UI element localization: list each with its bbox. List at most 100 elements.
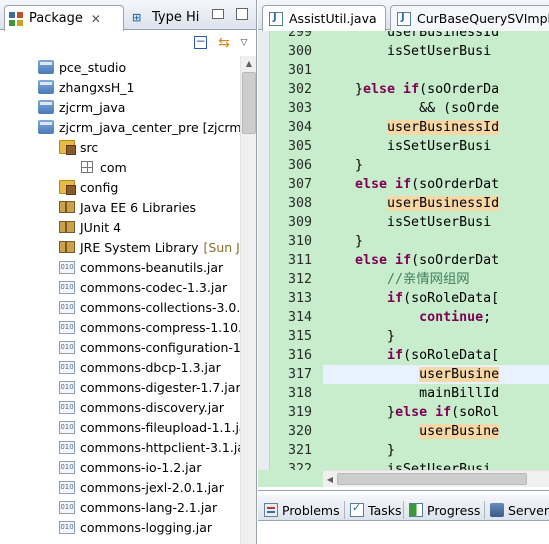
code-line[interactable]: && (soOrde <box>323 99 499 118</box>
tree-item[interactable]: commons-codec-1.3.jar <box>59 277 227 297</box>
code-line[interactable]: userBusinessId <box>323 118 500 137</box>
code-line[interactable]: userBusinessId <box>323 31 499 42</box>
package-folder-icon <box>59 140 76 155</box>
tab-tasks[interactable]: Tasks <box>346 498 402 522</box>
code-line[interactable]: isSetUserBusi <box>323 42 491 61</box>
tree-item[interactable]: zhangxsH_1 <box>38 77 135 97</box>
tab-assistutil-java[interactable]: AssistUtil.java <box>262 5 386 31</box>
tree-item[interactable]: zjcrm_java <box>38 97 125 117</box>
line-number: 316 <box>287 348 312 363</box>
tree-item-label: JRE System Library <box>80 239 199 255</box>
tree-item-label: commons-io-1.2.jar <box>80 459 202 475</box>
horizontal-scrollbar[interactable]: ◀ <box>323 470 549 487</box>
tree-item[interactable]: commons-discovery.jar <box>59 397 224 417</box>
tree-item[interactable]: commons-collections-3.0.ja <box>59 297 251 317</box>
tab-progress[interactable]: Progress <box>405 498 480 522</box>
tab-type-hierarchy[interactable]: ⊞ Type Hi <box>128 4 200 31</box>
scrollbar-thumb[interactable] <box>337 473 527 485</box>
scrollbar-thumb[interactable] <box>242 72 256 134</box>
code-token: } <box>323 158 364 173</box>
tree-item[interactable]: commons-fileupload-1.1.jar <box>59 417 252 437</box>
package-explorer-view: Package ✕ ⊞ Type Hi − ⇆ ▽ pce_studio zhan… <box>0 0 257 544</box>
tree-item[interactable]: commons-compress-1.10.ja <box>59 317 253 337</box>
tab-label: Tasks <box>368 502 402 518</box>
code-line[interactable]: userBusinessId <box>323 194 500 213</box>
code-token: (soOrderDat <box>411 253 500 268</box>
minimize-button[interactable] <box>212 9 224 19</box>
tree-item[interactable]: commons-digester-1.7.jar <box>59 377 241 397</box>
code-line[interactable]: } <box>323 441 395 460</box>
code-editor[interactable]: userBusinessId isSetUserBusi }else if(so… <box>258 31 549 470</box>
code-line[interactable]: else if(soOrderDat <box>323 251 499 270</box>
code-line[interactable]: userBusine <box>323 422 500 441</box>
maximize-button[interactable] <box>236 8 248 20</box>
code-line[interactable]: isSetUserBusi <box>323 460 491 470</box>
code-line[interactable]: } <box>323 156 363 175</box>
tree-item[interactable]: commons-lang-2.1.jar <box>59 497 217 517</box>
code-line[interactable]: } <box>323 232 363 251</box>
code-line[interactable]: }else if(soOrderDa <box>323 80 499 99</box>
tree-item[interactable]: com <box>79 157 127 177</box>
tab-label: CurBaseQuerySVImpl.j <box>417 11 549 26</box>
code-line[interactable]: else if(soOrderDat <box>323 175 499 194</box>
code-token: } <box>323 443 396 458</box>
code-line[interactable]: continue; <box>323 308 491 327</box>
jar-icon <box>59 280 75 294</box>
code-line[interactable]: isSetUserBusi <box>323 213 491 232</box>
tree-item[interactable]: JUnit 4 <box>59 217 121 237</box>
line-number: 301 <box>287 63 312 78</box>
tree-item[interactable]: Java EE 6 Libraries <box>59 197 196 217</box>
code-token: else if <box>355 177 412 192</box>
tree-item[interactable]: src <box>59 137 98 157</box>
code-line[interactable]: } <box>323 327 395 346</box>
link-with-editor-icon[interactable]: ⇆ <box>216 36 232 50</box>
code-line[interactable]: userBusine <box>323 365 500 384</box>
type-hierarchy-icon: ⊞ <box>132 10 142 24</box>
line-number: 305 <box>287 139 312 154</box>
code-line[interactable]: isSetUserBusi <box>323 137 491 156</box>
tree-item[interactable]: commons-io-1.2.jar <box>59 457 201 477</box>
tree-item[interactable]: commons-logging.jar <box>59 517 212 537</box>
code-token: isSetUserBusi <box>323 462 492 470</box>
code-line[interactable]: //亲情网组网 <box>323 270 470 289</box>
line-number: 304 <box>287 120 312 135</box>
code-text[interactable]: userBusinessId isSetUserBusi }else if(so… <box>323 31 549 470</box>
code-line[interactable]: if(soRoleData[ <box>323 346 499 365</box>
tree-item[interactable]: JRE System Library [Sun JD <box>59 237 250 257</box>
tree-item[interactable]: commons-jexl-2.0.1.jar <box>59 477 224 497</box>
line-number: 307 <box>287 177 312 192</box>
view-menu-icon[interactable]: ▽ <box>236 36 252 50</box>
tab-servers[interactable]: Servers <box>486 498 549 522</box>
line-number: 314 <box>287 310 312 325</box>
line-number: 299 <box>287 31 312 40</box>
tree-item[interactable]: commons-beanutils.jar <box>59 257 223 277</box>
code-line[interactable]: if(soRoleData[ <box>323 289 499 308</box>
vertical-scrollbar[interactable]: ▲ <box>240 56 256 544</box>
scroll-left-arrow-icon[interactable]: ◀ <box>323 471 337 488</box>
tree-item[interactable]: commons-configuration-1.2 <box>59 337 253 357</box>
tree-item[interactable]: pce_studio <box>38 57 126 77</box>
tab-problems[interactable]: Problems <box>260 498 340 522</box>
code-line[interactable]: }else if(soRol <box>323 403 499 422</box>
tab-package-explorer[interactable]: Package ✕ <box>4 5 124 31</box>
tree-item[interactable]: config <box>59 177 118 197</box>
code-line[interactable]: mainBillId <box>323 384 499 403</box>
library-icon <box>59 201 75 213</box>
tree-item[interactable]: commons-httpclient-3.1.jar <box>59 437 250 457</box>
tree-item-label: commons-compress-1.10.ja <box>80 319 254 335</box>
tree-item[interactable]: zjcrm_java_center_pre [zjcrm_ja <box>38 117 256 137</box>
tab-curbasequerysvimpl-java[interactable]: CurBaseQuerySVImpl.j <box>390 5 549 31</box>
scroll-up-arrow-icon[interactable]: ▲ <box>241 56 256 72</box>
library-icon <box>59 221 75 233</box>
tree-item[interactable]: commons-dbcp-1.3.jar <box>59 357 221 377</box>
collapse-all-icon[interactable]: − <box>194 35 207 49</box>
code-token: else if <box>363 82 420 97</box>
line-number: 302 <box>287 82 312 97</box>
jar-icon <box>59 400 75 414</box>
code-token: (soOrderDat <box>411 177 500 192</box>
close-icon[interactable]: ✕ <box>91 12 101 26</box>
line-number: 319 <box>287 405 312 420</box>
